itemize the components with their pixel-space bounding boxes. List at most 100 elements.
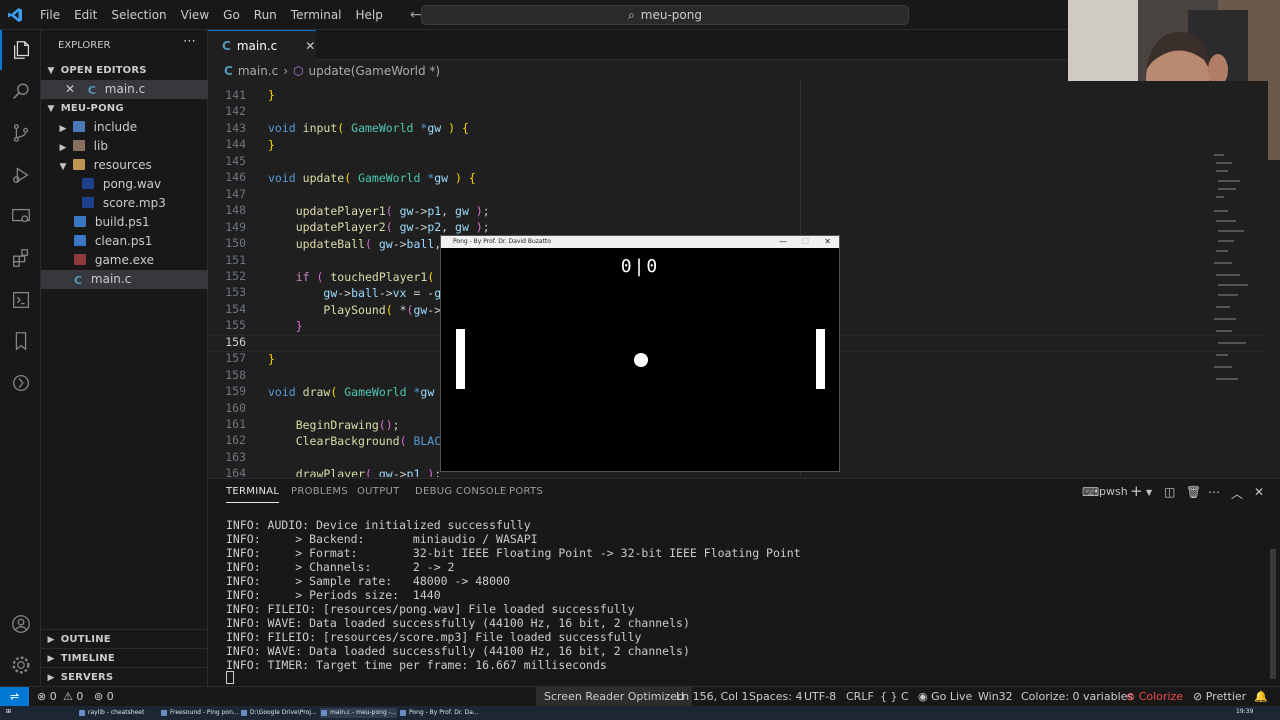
remote-explorer-icon[interactable] [0, 196, 41, 236]
tree-item-build-ps1[interactable]: build.ps1 [41, 213, 208, 232]
tab-terminal[interactable]: TERMINAL [226, 486, 280, 503]
tree-item-main-c[interactable]: C main.c [41, 270, 208, 289]
taskbar-item[interactable]: main.c - meu-pong -... [320, 708, 397, 718]
tree-item-score-mp3[interactable]: score.mp3 [41, 194, 208, 213]
close-window-icon[interactable]: ✕ [824, 236, 831, 248]
minimap[interactable] [1206, 150, 1264, 390]
command-center-search[interactable]: ⌕ meu-pong [421, 5, 909, 25]
close-tab-icon[interactable]: ✕ [305, 39, 315, 53]
pong-game-window[interactable]: Pong - By Prof. Dr. David Buzatto ✕ ☐ — … [440, 235, 840, 472]
maximize-window-icon[interactable]: ☐ [802, 236, 809, 248]
pong-title-bar[interactable]: Pong - By Prof. Dr. David Buzatto ✕ ☐ — [441, 236, 839, 248]
tree-item-clean-ps1[interactable]: clean.ps1 [41, 232, 208, 251]
tab-ports[interactable]: PORTS [509, 486, 543, 497]
menu-terminal[interactable]: Terminal [284, 0, 349, 30]
bookmark-icon[interactable] [0, 321, 41, 361]
taskbar-item[interactable]: D:\Google Drive\Proj... [240, 708, 317, 718]
trash-icon[interactable]: 🗑 [1186, 485, 1201, 499]
outline-header[interactable]: ▶ OUTLINE [41, 629, 208, 648]
terminal-shell-icon: ⌨ [1082, 485, 1100, 499]
tree-item-game-exe[interactable]: game.exe [41, 251, 208, 270]
menu-file[interactable]: File [33, 0, 67, 30]
remote-indicator-icon[interactable]: ⇌ [0, 687, 29, 706]
timeline-label: TIMELINE [60, 653, 115, 664]
servers-header[interactable]: ▶ SERVERS [41, 667, 208, 686]
source-control-icon[interactable] [0, 113, 41, 153]
menu-selection[interactable]: Selection [104, 0, 173, 30]
maximize-panel-icon[interactable]: ︿ [1231, 485, 1243, 502]
taskbar-item[interactable]: Pong - By Prof. Dr. Da... [399, 708, 479, 718]
code-line: if ( touchedPlayer1( g [295, 270, 448, 284]
close-icon[interactable]: ✕ [65, 82, 75, 96]
encoding-status[interactable]: UTF-8 [804, 687, 836, 706]
shell-name[interactable]: pwsh [1099, 485, 1128, 498]
terminal-panel-icon[interactable] [0, 280, 41, 320]
search-sidebar-icon[interactable] [0, 71, 41, 111]
timeline-header[interactable]: ▶ TIMELINE [41, 648, 208, 667]
prettier-label: Prettier [1205, 690, 1247, 703]
taskbar-item[interactable]: Freesound - Ping pon... [160, 708, 239, 718]
more-actions-icon[interactable]: ⋯ [1208, 485, 1220, 499]
back-arrow-icon[interactable]: ← [410, 7, 422, 23]
more-actions-icon[interactable]: ⋯ [183, 34, 196, 49]
account-icon[interactable] [0, 604, 41, 644]
tab-output[interactable]: OUTPUT [357, 486, 400, 497]
breadcrumb-symbol[interactable]: update(GameWorld *) [309, 64, 441, 78]
line-number: 159 [225, 384, 246, 399]
tree-item-label: game.exe [94, 253, 154, 267]
chevron-down-icon[interactable]: ▼ [1146, 488, 1152, 497]
line-number: 161 [225, 417, 246, 431]
taskbar-item[interactable]: raylib - cheatsheet [78, 708, 144, 718]
new-terminal-icon[interactable]: + [1130, 482, 1143, 500]
extensions-icon[interactable] [0, 238, 41, 278]
breadcrumb-file[interactable]: main.c [238, 64, 278, 78]
open-editors-header[interactable]: ▼ OPEN EDITORS [41, 61, 208, 80]
colorize-variables-status[interactable]: Colorize: 0 variables [1021, 687, 1133, 706]
split-terminal-icon[interactable]: ◫ [1164, 485, 1175, 499]
errors-indicator[interactable]: ⊗ 0 [37, 687, 57, 706]
notifications-bell-icon[interactable]: 🔔 [1254, 687, 1268, 706]
warnings-indicator[interactable]: ⚠ 0 [63, 687, 83, 706]
ports-indicator[interactable]: ⊚ 0 [94, 687, 114, 706]
taskbar-clock[interactable]: 19:39 [1236, 708, 1253, 715]
terminal-scrollbar[interactable] [1270, 549, 1276, 679]
close-panel-icon[interactable]: ✕ [1254, 485, 1264, 499]
tree-item-lib[interactable]: ▶ lib [41, 137, 208, 156]
menu-run[interactable]: Run [247, 0, 284, 30]
windows-start-icon[interactable]: ⊞ [6, 708, 11, 715]
menu-go[interactable]: Go [216, 0, 247, 30]
timeline-history-icon[interactable] [0, 363, 41, 403]
tree-item-resources[interactable]: ▼ resources [41, 156, 208, 175]
open-editor-item-main-c[interactable]: ✕ C main.c [41, 80, 208, 99]
code-line: updateBall( gw->ball, [295, 237, 442, 251]
audio-file-icon [82, 197, 94, 208]
folder-open-icon [72, 159, 85, 170]
line-number: 149 [225, 219, 246, 234]
indentation-status[interactable]: Spaces: 4 [749, 687, 802, 706]
tab-main-c[interactable]: C main.c ✕ [208, 30, 316, 60]
menu-help[interactable]: Help [349, 0, 390, 30]
servers-label: SERVERS [60, 672, 114, 683]
tree-item-label: pong.wav [102, 177, 162, 191]
tab-debug-console[interactable]: DEBUG CONSOLE [415, 486, 506, 497]
screen-reader-status[interactable]: Screen Reader Optimized [536, 687, 693, 706]
menu-view[interactable]: View [174, 0, 216, 30]
prettier-status[interactable]: ⊘ Prettier [1193, 687, 1246, 706]
run-debug-icon[interactable] [0, 155, 41, 195]
tree-item-include[interactable]: ▶ include [41, 118, 208, 137]
platform-status[interactable]: Win32 [978, 687, 1013, 706]
terminal-line: INFO: FILEIO: [resources/score.mp3] File… [226, 630, 642, 644]
tab-problems[interactable]: PROBLEMS [291, 486, 348, 497]
menu-edit[interactable]: Edit [67, 0, 104, 30]
colorize-toggle[interactable]: ⊘ Colorize [1126, 687, 1183, 706]
tree-item-pong-wav[interactable]: pong.wav [41, 175, 208, 194]
settings-gear-icon[interactable] [0, 645, 41, 685]
cursor-position[interactable]: Ln 156, Col 1 [676, 687, 749, 706]
go-live-label: Go Live [931, 690, 973, 703]
explorer-icon[interactable] [0, 30, 41, 70]
eol-status[interactable]: CRLF [846, 687, 874, 706]
go-live-button[interactable]: ◉ Go Live [918, 687, 972, 706]
language-mode[interactable]: { } C [880, 687, 909, 706]
minimize-window-icon[interactable]: — [779, 236, 787, 248]
project-header[interactable]: ▼ MEU-PONG [41, 99, 208, 118]
